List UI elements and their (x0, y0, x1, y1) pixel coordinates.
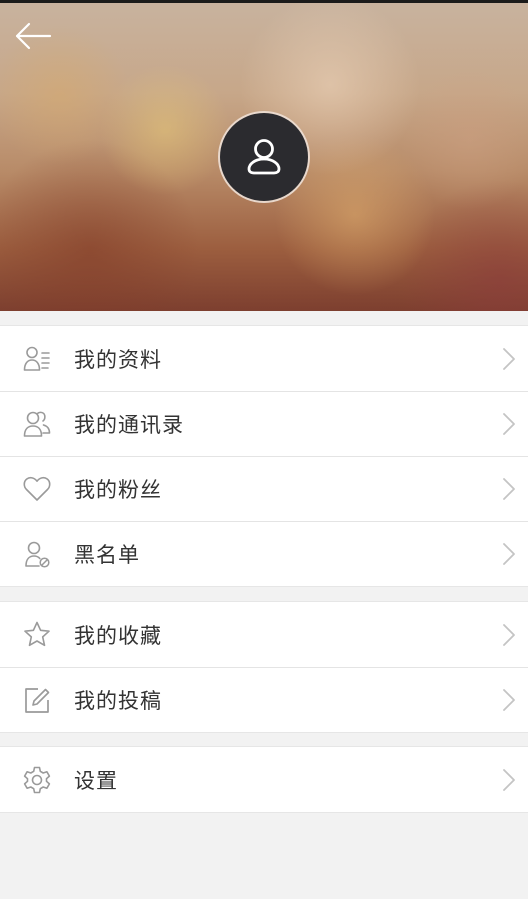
arrow-left-icon (15, 22, 52, 50)
heart-icon (22, 474, 52, 504)
menu-item-blacklist[interactable]: 黑名单 (0, 521, 528, 586)
menu-group-account: 我的资料 我的通讯录 我的粉丝 黑名单 (0, 325, 528, 587)
menu-item-label: 我的通讯录 (74, 412, 184, 437)
contacts-icon (22, 409, 52, 439)
blocked-user-icon (22, 539, 52, 569)
chevron-right-icon (503, 412, 515, 435)
edit-icon (22, 685, 52, 715)
menu-item-label: 我的收藏 (74, 623, 162, 648)
menu-item-settings[interactable]: 设置 (0, 747, 528, 812)
menu-item-my-submissions[interactable]: 我的投稿 (0, 667, 528, 732)
avatar[interactable] (220, 113, 308, 201)
gear-icon (22, 765, 52, 795)
menu-item-label: 黑名单 (74, 542, 140, 567)
menu-item-my-favorites[interactable]: 我的收藏 (0, 602, 528, 667)
menu-group-content: 我的收藏 我的投稿 (0, 601, 528, 733)
menu-group-settings: 设置 (0, 746, 528, 813)
chevron-right-icon (503, 477, 515, 500)
chevron-right-icon (503, 768, 515, 791)
chevron-right-icon (503, 623, 515, 646)
profile-header (0, 0, 528, 311)
menu-item-label: 我的粉丝 (74, 477, 162, 502)
chevron-right-icon (503, 347, 515, 370)
chevron-right-icon (503, 542, 515, 565)
star-icon (22, 620, 52, 650)
menu-item-label: 我的投稿 (74, 688, 162, 713)
profile-card-icon (22, 344, 52, 374)
back-button[interactable] (12, 18, 54, 54)
chevron-right-icon (503, 688, 515, 711)
menu-item-label: 设置 (74, 768, 118, 793)
user-icon (247, 139, 281, 175)
menu-item-label: 我的资料 (74, 347, 162, 372)
menu-item-my-fans[interactable]: 我的粉丝 (0, 456, 528, 521)
menu-item-my-contacts[interactable]: 我的通讯录 (0, 391, 528, 456)
menu-item-my-profile[interactable]: 我的资料 (0, 326, 528, 391)
